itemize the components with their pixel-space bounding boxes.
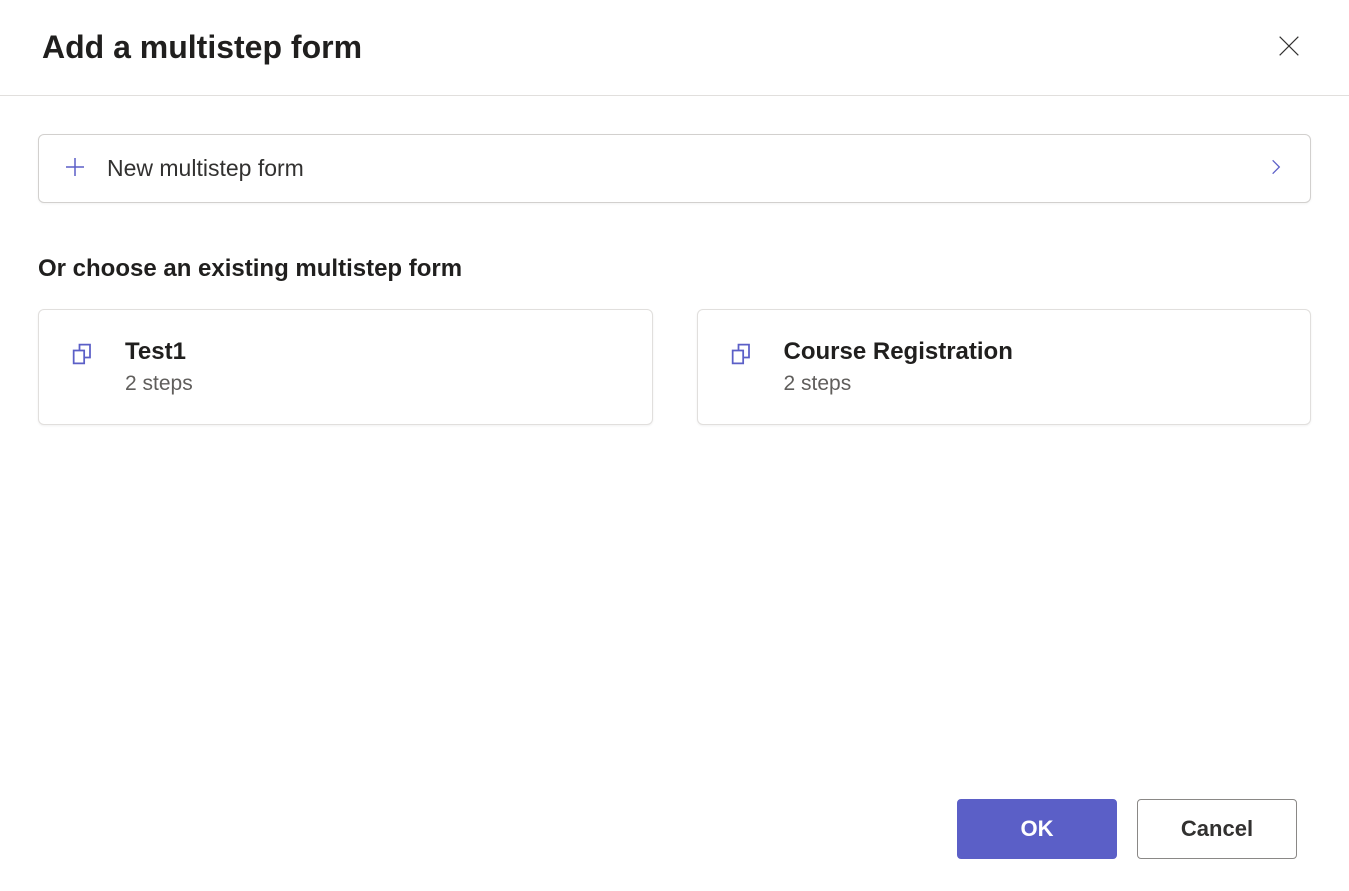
form-cards: Test1 2 steps Course Registration 2 step… <box>38 309 1311 425</box>
form-card-text: Course Registration 2 steps <box>784 338 1013 396</box>
dialog-footer: OK Cancel <box>957 799 1297 859</box>
close-button[interactable] <box>1271 28 1307 67</box>
new-form-left: New multistep form <box>63 155 304 182</box>
multistep-form-icon <box>728 338 756 373</box>
existing-forms-heading: Or choose an existing multistep form <box>38 255 1311 283</box>
form-card-test1[interactable]: Test1 2 steps <box>38 309 653 425</box>
ok-button[interactable]: OK <box>957 799 1117 859</box>
form-card-text: Test1 2 steps <box>125 338 193 396</box>
form-card-course-registration[interactable]: Course Registration 2 steps <box>697 309 1312 425</box>
plus-icon <box>63 155 87 182</box>
form-card-subtitle: 2 steps <box>784 372 1013 396</box>
form-card-subtitle: 2 steps <box>125 372 193 396</box>
multistep-form-icon <box>69 338 97 373</box>
form-card-title: Test1 <box>125 338 193 366</box>
dialog-body: New multistep form Or choose an existing… <box>0 96 1349 425</box>
new-multistep-form-button[interactable]: New multistep form <box>38 134 1311 203</box>
chevron-right-icon <box>1266 157 1286 180</box>
dialog-title: Add a multistep form <box>42 29 362 66</box>
close-icon <box>1275 32 1303 63</box>
form-card-title: Course Registration <box>784 338 1013 366</box>
dialog-header: Add a multistep form <box>0 0 1349 96</box>
cancel-button[interactable]: Cancel <box>1137 799 1297 859</box>
new-form-label: New multistep form <box>107 155 304 182</box>
